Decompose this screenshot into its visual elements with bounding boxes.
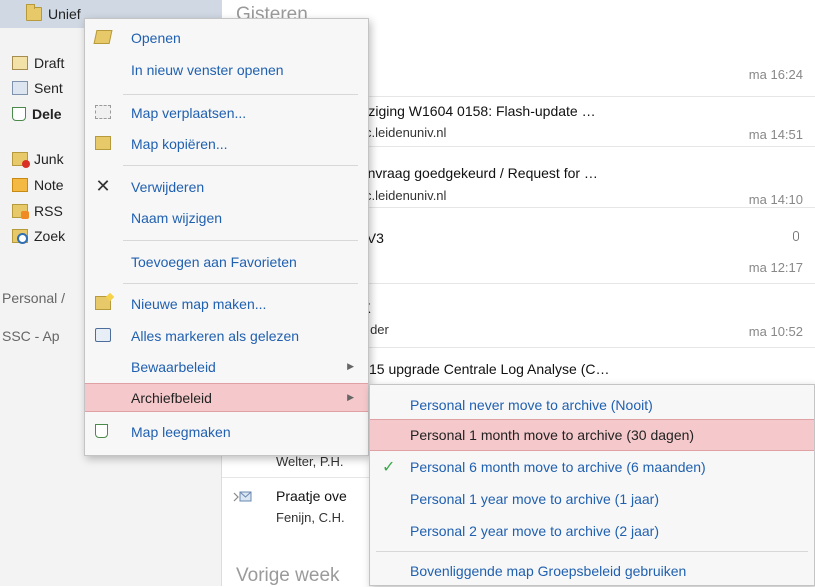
mark-read-icon <box>95 328 111 342</box>
folder-item-rss[interactable]: RSS <box>12 200 63 222</box>
section-header-last-week: Vorige week <box>236 565 340 586</box>
archive-option-never[interactable]: Personal never move to archive (Nooit) <box>370 389 814 421</box>
search-folder-icon <box>12 229 28 244</box>
menu-item-label: Map leegmaken <box>131 423 231 440</box>
menu-item-label: Nieuwe map maken... <box>131 295 267 312</box>
folder-label: Junk <box>34 151 64 167</box>
rss-icon <box>12 204 29 219</box>
message-sender: Welter, P.H. <box>276 454 344 469</box>
group-personal[interactable]: Personal / <box>2 290 65 306</box>
menu-separator <box>123 165 358 166</box>
archive-option-2-years[interactable]: Personal 2 year move to archive (2 jaar) <box>370 515 814 547</box>
menu-item-move-folder[interactable]: Map verplaatsen... <box>85 98 368 127</box>
copy-folder-icon <box>95 136 111 150</box>
menu-item-label: Openen <box>131 29 181 46</box>
menu-item-empty-folder[interactable]: Map leegmaken <box>85 417 368 446</box>
menu-item-copy-folder[interactable]: Map kopiëren... <box>85 129 368 158</box>
drafts-icon <box>12 56 28 70</box>
message-subject: Praatje ove <box>276 488 347 504</box>
new-folder-icon <box>95 296 111 310</box>
menu-item-label: Map kopiëren... <box>131 135 228 152</box>
folder-item-drafts[interactable]: Draft <box>12 52 64 74</box>
junk-icon <box>12 152 30 168</box>
move-folder-icon <box>95 105 111 119</box>
folder-icon <box>26 4 42 21</box>
message-time: ma 10:52 <box>748 324 803 339</box>
menu-item-mark-all-read[interactable]: Alles markeren als gelezen <box>85 321 368 350</box>
folder-item-notes[interactable]: Note <box>12 174 64 196</box>
group-ssc[interactable]: SSC - Ap <box>2 328 60 344</box>
message-time: ma 12:17 <box>748 260 803 275</box>
folder-label: Sent <box>34 80 63 96</box>
archive-option-label: Personal never move to archive (Nooit) <box>410 397 653 413</box>
delete-x-icon: ✕ <box>95 176 111 196</box>
message-time: ma 14:10 <box>748 192 803 207</box>
menu-separator <box>123 283 358 284</box>
archive-option-1-month[interactable]: Personal 1 month move to archive (30 dag… <box>370 419 814 451</box>
menu-separator <box>123 240 358 241</box>
menu-item-label: Archiefbeleid <box>131 389 212 406</box>
empty-trash-icon <box>95 424 108 438</box>
menu-separator <box>376 551 808 552</box>
message-sender: Fenijn, C.H. <box>276 510 345 525</box>
menu-item-rename[interactable]: Naam wijzigen <box>85 203 368 232</box>
notes-icon <box>12 178 28 192</box>
open-folder-icon <box>93 30 113 44</box>
folder-item-deleted[interactable]: Dele <box>12 103 62 125</box>
menu-item-label: Verwijderen <box>131 178 205 195</box>
archive-option-1-year[interactable]: Personal 1 year move to archive (1 jaar) <box>370 483 814 515</box>
archive-option-use-parent[interactable]: Bovenliggende map Groepsbeleid gebruiken <box>370 555 814 587</box>
submenu-arrow-icon: ▶ <box>347 392 354 402</box>
menu-item-open-new-window[interactable]: In nieuw venster openen <box>85 55 368 84</box>
thread-expand-icon[interactable] <box>232 489 252 505</box>
folder-label: Draft <box>34 55 65 71</box>
message-subject: aanvraag goedgekeurd / Request for … <box>352 165 598 181</box>
attachment-icon <box>793 231 799 241</box>
checkmark-icon: ✓ <box>382 459 396 476</box>
folder-label: RSS <box>34 203 63 219</box>
message-time: ma 14:51 <box>748 127 803 142</box>
archive-policy-submenu: Personal never move to archive (Nooit) P… <box>369 384 815 586</box>
menu-item-label: Toevoegen aan Favorieten <box>131 253 297 270</box>
trash-icon <box>12 107 26 121</box>
folder-label: Note <box>34 177 64 193</box>
folder-label: Unief <box>48 6 81 22</box>
folder-item-sent[interactable]: Sent <box>12 77 63 99</box>
sent-icon <box>12 81 28 95</box>
archive-option-label: Personal 1 month move to archive (30 dag… <box>410 427 695 443</box>
archive-option-label: Personal 6 month move to archive (6 maan… <box>410 459 706 475</box>
folder-item-junk[interactable]: Junk <box>12 148 64 170</box>
menu-item-label: Bewaarbeleid <box>131 358 216 375</box>
folder-context-menu: Openen In nieuw venster openen Map verpl… <box>84 18 369 456</box>
archive-option-label: Personal 2 year move to archive (2 jaar) <box>410 523 659 539</box>
submenu-arrow-icon: ▶ <box>347 361 354 371</box>
message-subject: 15 upgrade Centrale Log Analyse (C… <box>369 361 610 377</box>
archive-option-label: Bovenliggende map Groepsbeleid gebruiken <box>410 563 687 579</box>
menu-separator <box>123 94 358 95</box>
folder-item-zoek[interactable]: Zoek <box>12 225 65 247</box>
menu-item-label: Alles markeren als gelezen <box>131 327 300 344</box>
menu-item-new-folder[interactable]: Nieuwe map maken... <box>85 289 368 318</box>
menu-item-label: Naam wijzigen <box>131 209 223 226</box>
folder-label: Zoek <box>34 228 66 244</box>
menu-item-delete[interactable]: ✕ Verwijderen <box>85 172 368 201</box>
menu-item-open[interactable]: Openen <box>85 23 368 52</box>
menu-item-label: In nieuw venster openen <box>131 61 284 78</box>
menu-item-retention-policy[interactable]: Bewaarbeleid ▶ <box>85 352 368 381</box>
message-subject: wijziging W1604 0158: Flash-update … <box>352 103 596 119</box>
folder-label: Dele <box>32 106 62 122</box>
archive-option-6-months[interactable]: ✓ Personal 6 month move to archive (6 ma… <box>370 451 814 483</box>
menu-item-add-favorites[interactable]: Toevoegen aan Favorieten <box>85 247 368 276</box>
archive-option-label: Personal 1 year move to archive (1 jaar) <box>410 491 659 507</box>
menu-item-label: Map verplaatsen... <box>131 104 247 121</box>
message-time: ma 16:24 <box>748 67 803 82</box>
menu-item-archive-policy[interactable]: Archiefbeleid ▶ <box>85 383 368 412</box>
